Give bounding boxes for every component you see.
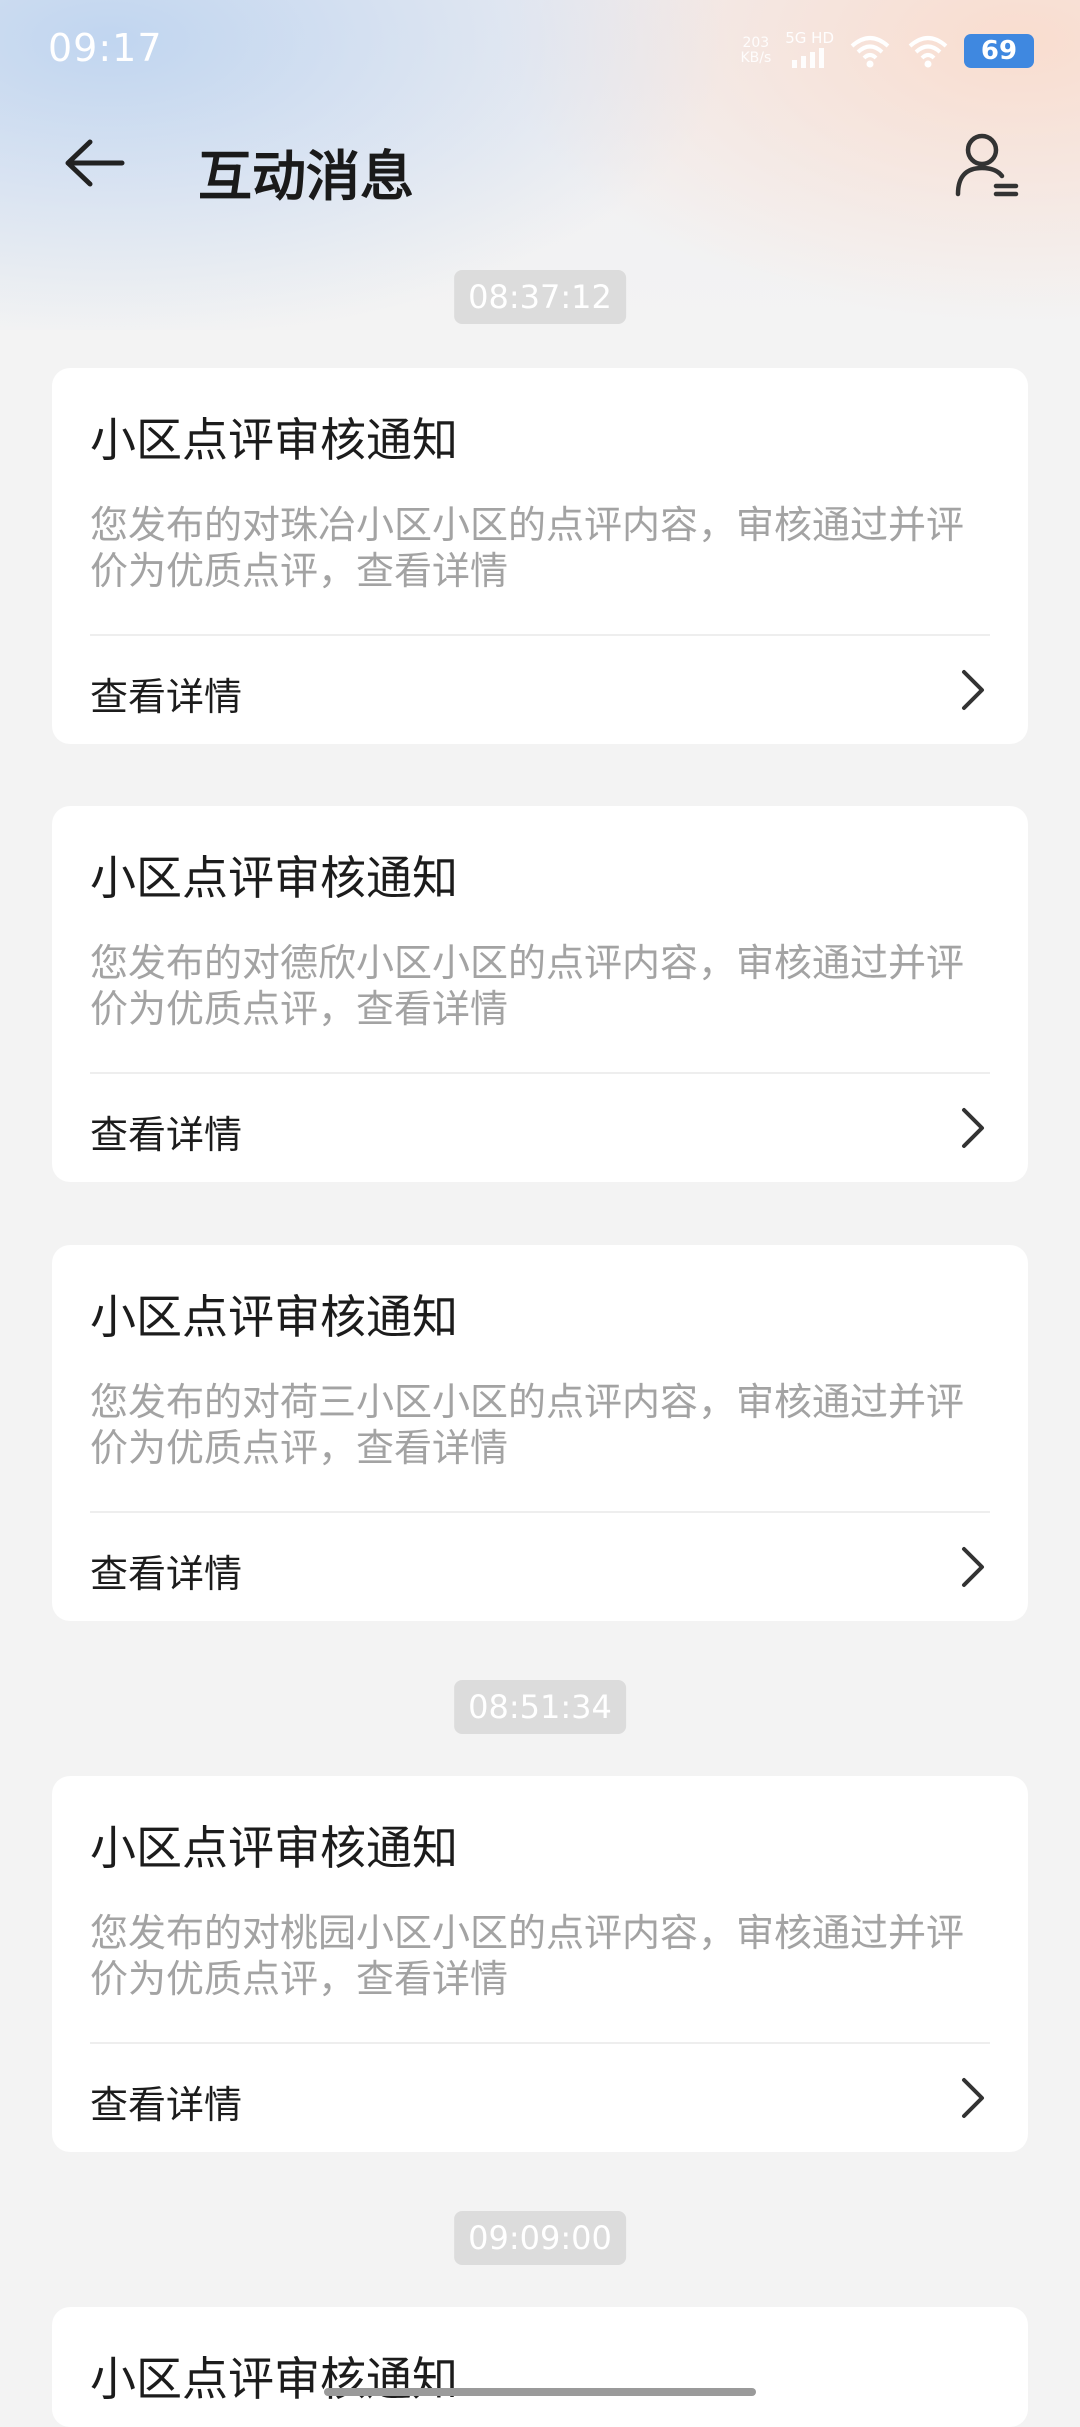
page-title: 互动消息 <box>198 145 414 208</box>
timestamp-pill: 09:09:00 <box>454 2211 626 2265</box>
view-details-row[interactable]: 查看详情 <box>52 1074 1028 1182</box>
view-details-row[interactable]: 查看详情 <box>52 2044 1028 2152</box>
timestamp-pill: 08:51:34 <box>454 1680 626 1734</box>
view-details-row[interactable]: 查看详情 <box>52 636 1028 744</box>
message-title: 小区点评审核通知 <box>90 2352 458 2406</box>
chevron-right-icon <box>962 670 984 710</box>
view-details-row[interactable]: 查看详情 <box>52 1513 1028 1621</box>
person-list-icon <box>955 133 1019 197</box>
message-description: 您发布的对荷三小区小区的点评内容，审核通过并评价为优质点评，查看详情 <box>90 1380 965 1470</box>
back-button[interactable] <box>60 128 130 198</box>
message-card: 小区点评审核通知 <box>52 2307 1028 2427</box>
header: 互动消息 <box>0 110 1080 230</box>
chevron-right-icon <box>962 1108 984 1148</box>
status-bar: 09:17 203 KB/s 5G HD 69 <box>0 0 1080 100</box>
wifi-icon <box>850 35 890 67</box>
back-arrow-icon <box>65 139 125 187</box>
signal-bars-icon <box>791 48 824 68</box>
message-card: 小区点评审核通知 您发布的对德欣小区小区的点评内容，审核通过并评价为优质点评，查… <box>52 806 1028 1182</box>
view-details-label: 查看详情 <box>90 675 243 719</box>
message-description: 您发布的对德欣小区小区的点评内容，审核通过并评价为优质点评，查看详情 <box>90 941 965 1031</box>
status-time: 09:17 <box>48 26 163 70</box>
message-title: 小区点评审核通知 <box>90 413 458 467</box>
view-details-label: 查看详情 <box>90 1113 243 1157</box>
message-title: 小区点评审核通知 <box>90 851 458 905</box>
chevron-right-icon <box>962 2078 984 2118</box>
battery-indicator: 69 <box>964 33 1034 68</box>
status-icons: 203 KB/s 5G HD 69 <box>740 30 1034 71</box>
message-description: 您发布的对桃园小区小区的点评内容，审核通过并评价为优质点评，查看详情 <box>90 1911 965 2001</box>
message-title: 小区点评审核通知 <box>90 1290 458 1344</box>
home-indicator[interactable] <box>324 2388 756 2396</box>
message-title: 小区点评审核通知 <box>90 1821 458 1875</box>
chevron-right-icon <box>962 1547 984 1587</box>
message-card: 小区点评审核通知 您发布的对珠冶小区小区的点评内容，审核通过并评价为优质点评，查… <box>52 368 1028 744</box>
message-card: 小区点评审核通知 您发布的对桃园小区小区的点评内容，审核通过并评价为优质点评，查… <box>52 1776 1028 2152</box>
message-description: 您发布的对珠冶小区小区的点评内容，审核通过并评价为优质点评，查看详情 <box>90 503 965 593</box>
view-details-label: 查看详情 <box>90 2083 243 2127</box>
network-type: 5G HD <box>785 30 834 71</box>
wifi-icon <box>908 35 948 67</box>
message-card: 小区点评审核通知 您发布的对荷三小区小区的点评内容，审核通过并评价为优质点评，查… <box>52 1245 1028 1621</box>
view-details-label: 查看详情 <box>90 1552 243 1596</box>
timestamp-pill: 08:37:12 <box>454 270 626 324</box>
profile-button[interactable] <box>952 130 1022 200</box>
network-speed: 203 KB/s <box>740 34 772 66</box>
